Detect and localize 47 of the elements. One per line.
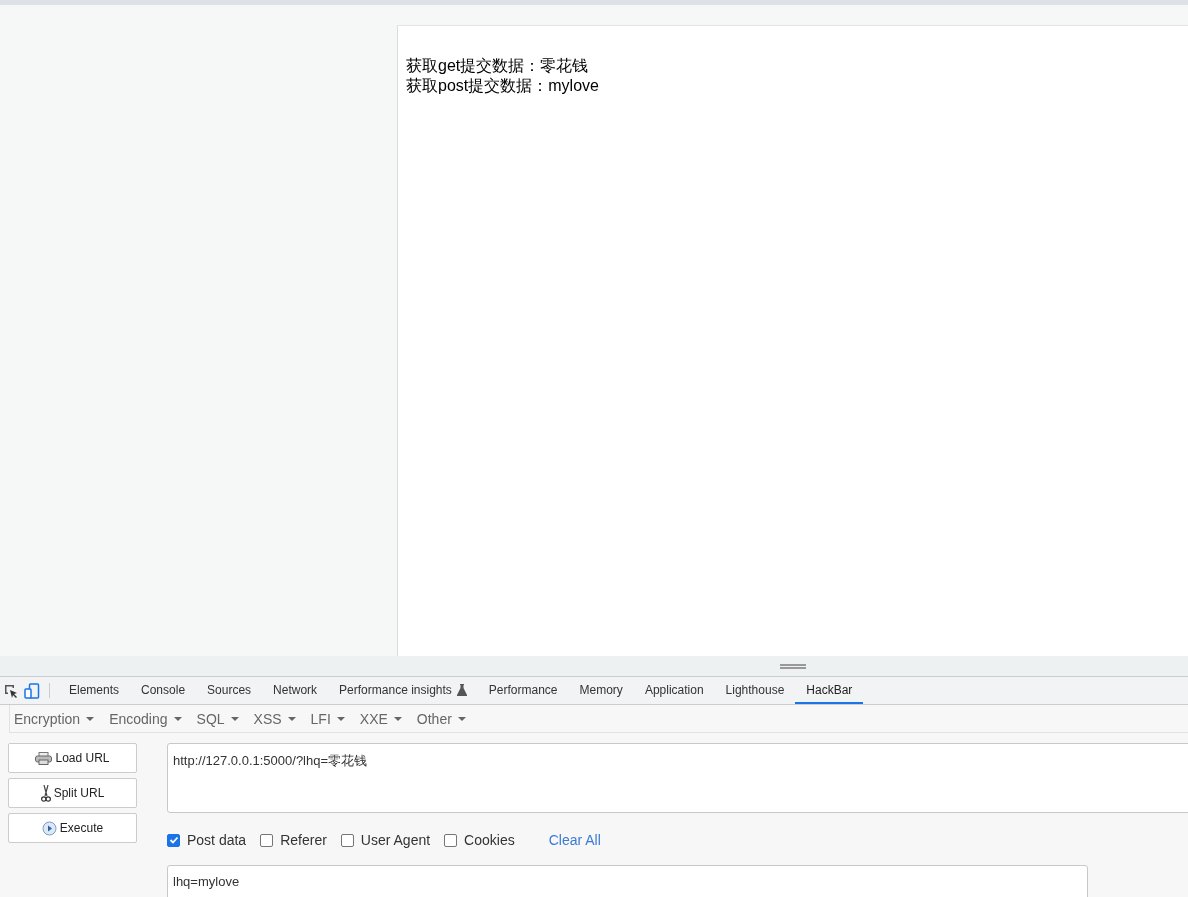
page-text: 获取get提交数据：零花钱: [406, 56, 589, 76]
menu-dropdown[interactable]: SQL: [196, 710, 254, 727]
hackbar-button[interactable]: Load URL: [8, 743, 137, 773]
devtools-tab[interactable]: Sources: [196, 677, 263, 704]
device-icon[interactable]: [24, 682, 40, 699]
devtools-tab[interactable]: Performance: [477, 677, 569, 704]
caret-icon: [86, 716, 95, 721]
menu-dropdown[interactable]: Encoding: [109, 710, 197, 727]
menu-dropdown[interactable]: Encryption: [14, 710, 110, 727]
caret-icon: [173, 716, 182, 721]
caret-icon: [230, 716, 239, 721]
devtools-tab[interactable]: HackBar: [795, 677, 864, 704]
caret-icon: [457, 716, 466, 721]
scissors-icon: [40, 784, 51, 802]
hackbar-button[interactable]: Execute: [8, 813, 137, 843]
url-field[interactable]: http://127.0.0.1:5000/?lhq=零花钱: [167, 743, 1188, 813]
inspect-icon[interactable]: [3, 682, 19, 699]
hackbar-button[interactable]: Split URL: [8, 778, 137, 808]
devtools-tab[interactable]: Application: [633, 677, 715, 704]
caret-icon: [287, 716, 296, 721]
menu-dropdown[interactable]: Other: [416, 710, 481, 727]
menu-dropdown[interactable]: XSS: [253, 710, 311, 727]
menu-dropdown[interactable]: LFI: [310, 710, 360, 727]
caret-icon: [336, 716, 345, 721]
checkbox-icon[interactable]: [260, 833, 274, 847]
post-data-field[interactable]: lhq=mylove: [167, 865, 1088, 897]
devtools-tab[interactable]: Lighthouse: [714, 677, 796, 704]
option-checkbox[interactable]: Referer: [260, 832, 327, 848]
flask-icon: [456, 683, 467, 696]
devtools-tab[interactable]: Memory: [568, 677, 634, 704]
devtools-tab[interactable]: Console: [130, 677, 197, 704]
menu-dropdown[interactable]: XXE: [359, 710, 417, 727]
caret-icon: [393, 716, 402, 721]
devtools-tab[interactable]: Performance insights: [328, 677, 478, 704]
devtools-tab[interactable]: Network: [262, 677, 329, 704]
devtools-tab[interactable]: Elements: [58, 677, 131, 704]
option-checkbox[interactable]: Post data: [167, 832, 247, 848]
page-text: 获取post提交数据：mylove: [406, 76, 599, 96]
clear-all-link[interactable]: Clear All: [548, 832, 601, 848]
printer-icon: [35, 751, 53, 765]
checkbox-icon[interactable]: [444, 833, 458, 847]
play-icon: [41, 820, 57, 836]
checkbox-icon[interactable]: [167, 833, 180, 847]
option-checkbox[interactable]: Cookies: [444, 832, 515, 848]
option-checkbox[interactable]: User Agent: [340, 832, 431, 848]
checkbox-icon[interactable]: [340, 833, 354, 847]
resize-handle[interactable]: [779, 663, 806, 669]
